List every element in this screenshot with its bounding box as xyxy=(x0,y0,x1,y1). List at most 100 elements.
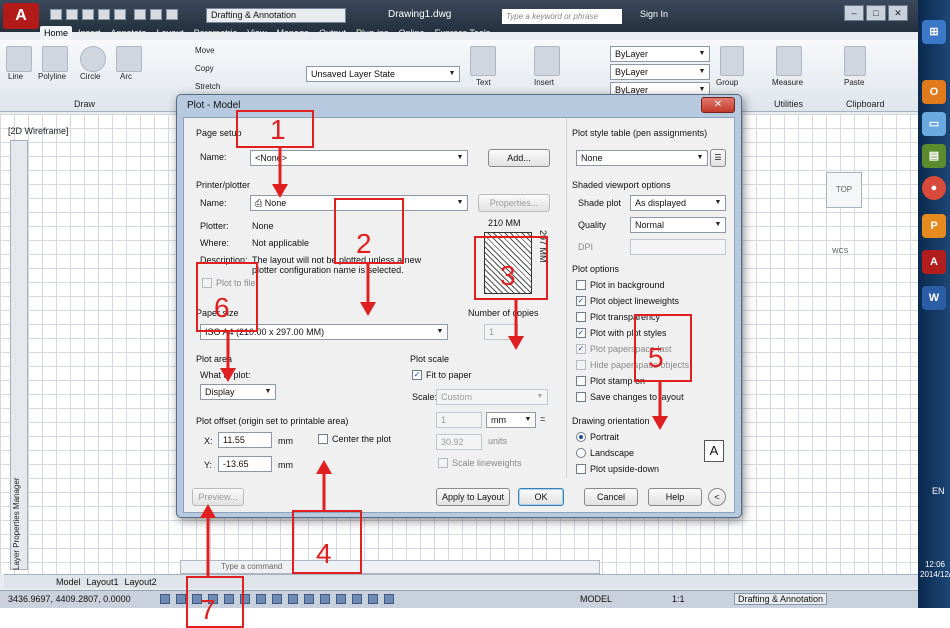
scale-dropdown[interactable]: Custom ▼ xyxy=(436,389,548,405)
fit-to-paper-checkbox[interactable]: ✓ Fit to paper xyxy=(412,370,472,380)
pdf-icon[interactable]: P xyxy=(922,214,946,238)
scale-unit-dropdown[interactable]: mm ▼ xyxy=(486,412,536,428)
portrait-radio[interactable]: Portrait xyxy=(576,432,619,442)
lineweight-icon[interactable] xyxy=(288,594,298,604)
draw-panel-title[interactable]: Draw xyxy=(74,99,95,109)
autocad-taskbar-icon[interactable]: A xyxy=(922,250,946,274)
linetype-dropdown[interactable]: ByLayer ▼ xyxy=(610,64,710,80)
new-icon[interactable] xyxy=(50,9,62,20)
tab-annotate[interactable]: Annotate xyxy=(107,26,151,40)
tab-express-tools[interactable]: Express Tools xyxy=(431,26,495,40)
3d-osnap-icon[interactable] xyxy=(368,594,378,604)
cancel-button[interactable]: Cancel xyxy=(584,488,638,506)
ok-button[interactable]: OK xyxy=(518,488,564,506)
color-dropdown[interactable]: ByLayer ▼ xyxy=(610,46,710,62)
tab-model[interactable]: Model xyxy=(56,577,81,587)
chrome-icon[interactable]: ● xyxy=(922,176,946,200)
move-tool[interactable]: Move xyxy=(195,46,215,55)
landscape-radio[interactable]: Landscape xyxy=(576,448,634,458)
close-button[interactable]: ✕ xyxy=(888,5,908,21)
minimize-button[interactable]: – xyxy=(844,5,864,21)
annotation-scale[interactable]: 1:1 xyxy=(672,594,685,604)
tab-manage[interactable]: Manage xyxy=(272,26,313,40)
circle-icon[interactable] xyxy=(80,46,106,72)
office-icon[interactable]: O xyxy=(922,80,946,104)
save-as-icon[interactable] xyxy=(98,9,110,20)
offset-y-input[interactable]: -13.65 xyxy=(218,456,272,472)
copy-tool[interactable]: Copy xyxy=(195,64,214,73)
tab-home[interactable]: Home xyxy=(40,26,73,40)
polyline-icon[interactable] xyxy=(42,46,68,72)
measure-icon[interactable] xyxy=(776,46,802,76)
help-button[interactable]: Help xyxy=(648,488,702,506)
ducs-icon[interactable] xyxy=(256,594,266,604)
search-input[interactable]: Type a keyword or phrase xyxy=(502,9,622,24)
tab-layout[interactable]: Layout xyxy=(153,26,188,40)
print-icon[interactable] xyxy=(134,9,146,20)
apply-to-layout-button[interactable]: Apply to Layout xyxy=(436,488,510,506)
tab-view[interactable]: View xyxy=(243,26,270,40)
plot-style-dropdown[interactable]: None ▼ xyxy=(576,150,708,166)
properties-button[interactable]: Properties... xyxy=(478,194,550,212)
computer-icon[interactable]: ▭ xyxy=(922,112,946,136)
transparency-icon[interactable] xyxy=(304,594,314,604)
line-icon[interactable] xyxy=(6,46,32,72)
clipboard-panel-title[interactable]: Clipboard xyxy=(846,99,885,109)
grid-icon[interactable] xyxy=(176,594,186,604)
selection-cycling-icon[interactable] xyxy=(336,594,346,604)
add-page-setup-button[interactable]: Add... xyxy=(488,149,550,167)
plot-lineweights-checkbox[interactable]: ✓ Plot object lineweights xyxy=(576,296,679,306)
offset-x-input[interactable]: 11.55 xyxy=(218,432,272,448)
model-space-toggle[interactable]: MODEL xyxy=(580,594,612,604)
restore-button[interactable]: □ xyxy=(866,5,886,21)
open-icon[interactable] xyxy=(66,9,78,20)
insert-icon[interactable] xyxy=(534,46,560,76)
tab-online[interactable]: Online xyxy=(395,26,429,40)
scale-value2-input[interactable]: 30.92 xyxy=(436,434,482,450)
redo-icon[interactable] xyxy=(166,9,178,20)
shade-plot-dropdown[interactable]: As displayed ▼ xyxy=(630,195,726,211)
wcs-label[interactable]: WCS xyxy=(832,248,848,255)
tab-layout1[interactable]: Layout1 xyxy=(87,577,119,587)
plot-icon[interactable] xyxy=(114,9,126,20)
system-clock[interactable]: 12:06 2014/12/ xyxy=(920,560,950,580)
utilities-panel-title[interactable]: Utilities xyxy=(774,99,803,109)
scale-value1-input[interactable]: 1 xyxy=(436,412,482,428)
plot-in-background-checkbox[interactable]: Plot in background xyxy=(576,280,665,290)
command-line[interactable]: Type a command xyxy=(180,560,600,574)
tab-plug-ins[interactable]: Plug-ins xyxy=(352,26,393,40)
viewcube[interactable]: TOP xyxy=(826,172,862,208)
center-plot-checkbox[interactable]: Center the plot xyxy=(318,434,391,444)
coordinates-readout[interactable]: 3436.9697, 4409.2807, 0.0000 xyxy=(8,594,131,604)
folder-icon[interactable]: ▤ xyxy=(922,144,946,168)
tab-layout2[interactable]: Layout2 xyxy=(125,577,157,587)
viewport-controls[interactable]: [2D Wireframe] xyxy=(8,126,69,136)
text-icon[interactable] xyxy=(470,46,496,76)
quality-dropdown[interactable]: Normal ▼ xyxy=(630,217,726,233)
upside-down-checkbox[interactable]: Plot upside-down xyxy=(576,464,659,474)
snap-icon[interactable] xyxy=(160,594,170,604)
group-icon[interactable] xyxy=(720,46,744,76)
plot-area-dropdown[interactable]: Display ▼ xyxy=(200,384,276,400)
language-indicator[interactable]: EN xyxy=(932,486,945,496)
sign-in-link[interactable]: Sign In xyxy=(640,9,668,19)
paste-icon[interactable] xyxy=(844,46,866,76)
layer-state-dropdown[interactable]: Unsaved Layer State ▼ xyxy=(306,66,460,82)
tab-insert[interactable]: Insert xyxy=(74,26,105,40)
workspace-switcher[interactable]: Drafting & Annotation xyxy=(206,8,346,23)
infer-constraints-icon[interactable] xyxy=(384,594,394,604)
stretch-tool[interactable]: Stretch xyxy=(195,82,220,91)
dyn-icon[interactable] xyxy=(272,594,282,604)
word-icon[interactable]: W xyxy=(922,286,946,310)
windows-start-icon[interactable]: ⊞ xyxy=(922,20,946,44)
dialog-close-button[interactable]: ✕ xyxy=(701,97,735,113)
save-icon[interactable] xyxy=(82,9,94,20)
edit-style-icon[interactable]: ☰ xyxy=(710,149,726,167)
scale-lineweights-checkbox[interactable]: Scale lineweights xyxy=(438,458,522,468)
tab-output[interactable]: Output xyxy=(315,26,350,40)
autocad-logo[interactable]: A xyxy=(3,3,39,29)
annotation-monitor-icon[interactable] xyxy=(352,594,362,604)
tab-parametric[interactable]: Parametric xyxy=(190,26,242,40)
expand-toggle-button[interactable]: < xyxy=(708,488,726,506)
undo-icon[interactable] xyxy=(150,9,162,20)
